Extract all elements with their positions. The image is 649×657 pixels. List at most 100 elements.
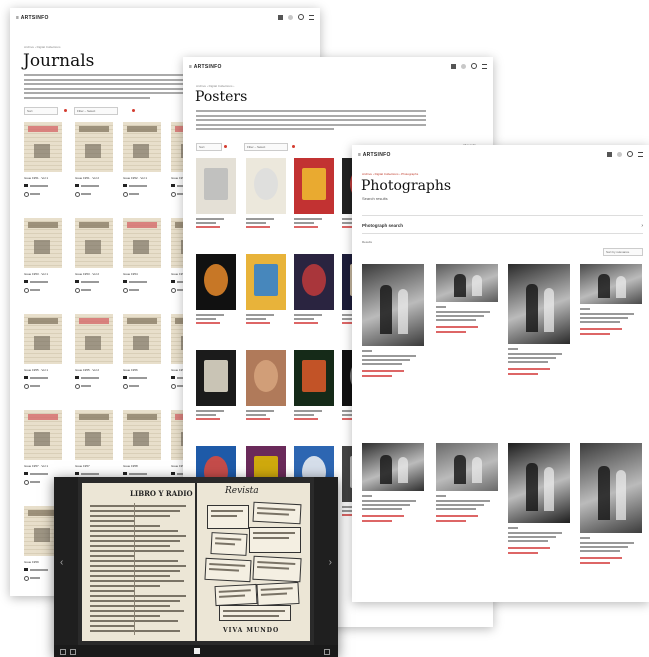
poster-image[interactable] (294, 158, 334, 214)
page-thumb-icon[interactable] (194, 648, 200, 654)
photo-card[interactable] (362, 264, 424, 414)
link-line[interactable] (362, 375, 392, 377)
journal-card[interactable]: Issue 1951 · Vol 2 (75, 122, 115, 212)
journal-card[interactable]: Issue 1952 · Vol 1 (123, 122, 163, 212)
photo-image[interactable] (362, 443, 424, 491)
photo-card[interactable] (436, 443, 498, 593)
journal-cover[interactable] (75, 410, 113, 460)
zoom-in-icon[interactable] (70, 649, 76, 655)
poster-card[interactable] (246, 254, 288, 344)
download-icon[interactable] (123, 288, 128, 293)
journal-cover[interactable] (75, 122, 113, 172)
download-icon[interactable] (171, 192, 176, 197)
poster-card[interactable] (294, 158, 336, 248)
journal-cover[interactable] (24, 122, 62, 172)
poster-card[interactable] (246, 158, 288, 248)
download-icon[interactable] (24, 576, 29, 581)
photo-image[interactable] (508, 264, 570, 344)
poster-card[interactable] (246, 350, 288, 440)
link-line[interactable] (436, 520, 466, 522)
link-line[interactable] (508, 373, 538, 375)
search-heading[interactable]: Photograph search (362, 223, 403, 228)
poster-image[interactable] (246, 350, 286, 406)
photo-image[interactable] (436, 264, 498, 302)
poster-image[interactable] (246, 254, 286, 310)
journal-card[interactable]: Issue 1956 (123, 314, 163, 404)
photo-card[interactable] (580, 264, 642, 414)
grid-view-icon[interactable] (451, 63, 456, 69)
prev-page-arrow-icon[interactable]: ‹ (60, 557, 63, 568)
brand-logo[interactable]: ≡ ARTSINFO (358, 152, 391, 158)
sort-select[interactable]: Sort by relevance (603, 248, 643, 256)
link-line[interactable] (196, 418, 220, 420)
next-page-arrow-icon[interactable]: › (329, 557, 332, 568)
link-line[interactable] (580, 333, 610, 335)
photo-card[interactable] (508, 264, 570, 414)
link-line[interactable] (294, 226, 318, 228)
journal-cover[interactable] (123, 410, 161, 460)
photo-image[interactable] (580, 264, 642, 304)
link-line[interactable] (294, 322, 318, 324)
journal-cover[interactable] (24, 410, 62, 460)
link-line[interactable] (246, 418, 270, 420)
poster-image[interactable] (196, 254, 236, 310)
journal-card[interactable]: Issue 1955 · Vol 2 (75, 314, 115, 404)
poster-card[interactable] (196, 254, 238, 344)
download-icon[interactable] (75, 384, 80, 389)
download-icon[interactable] (171, 384, 176, 389)
journal-cover[interactable] (123, 122, 161, 172)
user-icon[interactable] (288, 14, 293, 20)
poster-image[interactable] (196, 350, 236, 406)
journal-cover[interactable] (75, 218, 113, 268)
menu-icon[interactable] (309, 14, 314, 20)
link-line[interactable] (246, 226, 270, 228)
poster-card[interactable] (196, 350, 238, 440)
search-icon[interactable] (298, 14, 304, 20)
filter-select[interactable]: Filter – Select (244, 143, 288, 151)
photo-card[interactable] (508, 443, 570, 593)
photo-card[interactable] (436, 264, 498, 414)
poster-image[interactable] (196, 158, 236, 214)
link-line[interactable] (436, 331, 466, 333)
journal-card[interactable]: Issue 1953 · Vol 1 (24, 218, 64, 308)
breadcrumb[interactable]: Archive › Digital Collections › (196, 84, 234, 88)
download-icon[interactable] (75, 288, 80, 293)
link-line[interactable] (246, 322, 270, 324)
photo-image[interactable] (508, 443, 570, 523)
link-line[interactable] (580, 328, 622, 330)
download-icon[interactable] (123, 192, 128, 197)
link-line[interactable] (508, 368, 550, 370)
brand-logo[interactable]: ≡ ARTSINFO (16, 15, 49, 21)
poster-card[interactable] (196, 158, 238, 248)
download-icon[interactable] (24, 192, 29, 197)
filter-select[interactable]: Filter – Select (74, 107, 118, 115)
photo-card[interactable] (580, 443, 642, 593)
breadcrumb[interactable]: Archive › Digital Collections › Photogra… (362, 172, 418, 176)
photo-image[interactable] (362, 264, 424, 346)
link-line[interactable] (580, 562, 610, 564)
fullscreen-icon[interactable] (324, 649, 330, 655)
grid-view-icon[interactable] (607, 151, 612, 157)
link-line[interactable] (362, 370, 404, 372)
poster-card[interactable] (294, 350, 336, 440)
photo-image[interactable] (580, 443, 642, 533)
menu-icon[interactable] (638, 151, 643, 157)
grid-view-icon[interactable] (278, 14, 283, 20)
journal-cover[interactable] (123, 314, 161, 364)
search-icon[interactable] (627, 151, 633, 157)
link-line[interactable] (196, 226, 220, 228)
expand-chevron-icon[interactable]: › (641, 223, 643, 229)
journal-card[interactable]: Issue 1951 · Vol 1 (24, 122, 64, 212)
journal-cover[interactable] (75, 314, 113, 364)
poster-card[interactable] (294, 254, 336, 344)
link-line[interactable] (196, 322, 220, 324)
download-icon[interactable] (24, 384, 29, 389)
link-line[interactable] (508, 552, 538, 554)
poster-image[interactable] (294, 254, 334, 310)
photo-card[interactable] (362, 443, 424, 593)
link-line[interactable] (436, 515, 478, 517)
link-line[interactable] (436, 326, 478, 328)
search-icon[interactable] (471, 63, 477, 69)
brand-logo[interactable]: ≡ ARTSINFO (189, 64, 222, 70)
user-icon[interactable] (617, 151, 622, 157)
